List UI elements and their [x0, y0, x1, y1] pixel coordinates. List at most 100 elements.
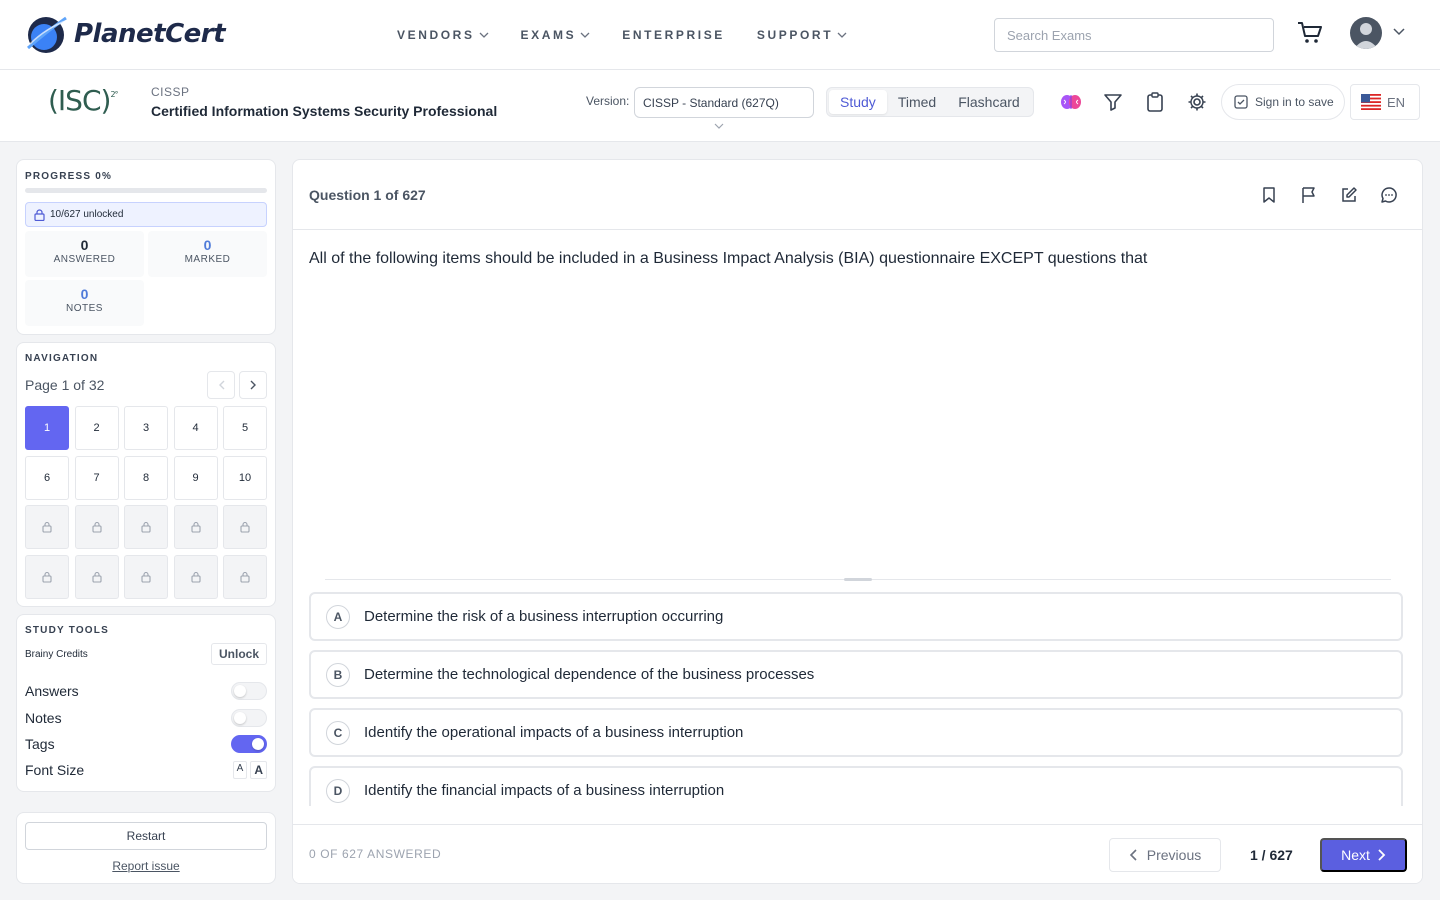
previous-button[interactable]: Previous: [1109, 838, 1221, 872]
clipboard-icon[interactable]: [1146, 92, 1164, 117]
bookmark-icon[interactable]: [1261, 186, 1277, 209]
report-issue-link[interactable]: Report issue: [17, 859, 275, 873]
question-cell[interactable]: 2: [74, 406, 119, 450]
font-size-row: Font Size A A: [25, 761, 267, 779]
lock-icon: [190, 571, 201, 583]
toggle-row-notes: Notes: [25, 709, 267, 727]
option-b[interactable]: B Determine the technological dependence…: [309, 650, 1403, 699]
lock-icon: [42, 521, 52, 533]
question-cell[interactable]: 3: [124, 406, 168, 450]
question-number: Question 1 of 627: [309, 187, 426, 203]
question-cell[interactable]: 10: [223, 455, 267, 500]
actions-card: Restart Report issue: [16, 812, 276, 884]
chevron-down-icon: [479, 32, 489, 38]
question-footer: 0 OF 627 ANSWERED Previous 1 / 627 Next: [293, 824, 1422, 883]
stat-notes-label: NOTES: [66, 303, 103, 314]
question-cell[interactable]: 1: [25, 406, 69, 450]
brain-icon[interactable]: [1060, 92, 1082, 117]
nav-enterprise[interactable]: ENTERPRISE: [622, 28, 725, 42]
font-decrease-button[interactable]: A: [232, 761, 248, 779]
brand-logo[interactable]: PlanetCert: [24, 14, 226, 54]
progress-card: PROGRESS 0% 10/627 unlocked 0 ANSWERED 0…: [16, 159, 276, 335]
stat-answered: 0 ANSWERED: [25, 231, 144, 277]
exam-header: (ISC)2° CISSP Certified Information Syst…: [0, 70, 1440, 142]
question-cell[interactable]: 6: [25, 455, 69, 500]
font-size-label: Font Size: [25, 762, 85, 778]
chevron-right-icon: [250, 380, 256, 390]
filter-icon[interactable]: [1103, 92, 1123, 117]
question-cell[interactable]: 9: [173, 455, 218, 500]
locked-question-cell[interactable]: [74, 505, 119, 549]
question-cell[interactable]: 7: [74, 455, 119, 500]
user-avatar[interactable]: [1350, 17, 1382, 49]
nav-exams[interactable]: EXAMS: [521, 28, 591, 42]
option-a[interactable]: A Determine the risk of a business inter…: [309, 592, 1403, 641]
nav-vendors-label: VENDORS: [397, 28, 475, 42]
locked-question-cell[interactable]: [74, 554, 119, 599]
question-counter: 1 / 627: [1250, 847, 1293, 863]
chevron-down-icon: [837, 32, 847, 38]
toggle-knob: [234, 712, 246, 724]
language-selector[interactable]: EN: [1350, 84, 1420, 120]
tags-toggle[interactable]: [231, 735, 267, 753]
question-cell[interactable]: 5: [223, 406, 267, 450]
planet-logo-icon: [24, 14, 70, 54]
locked-question-cell[interactable]: [173, 505, 218, 549]
sign-in-label: Sign in to save: [1255, 95, 1334, 109]
next-button[interactable]: Next: [1320, 838, 1407, 872]
resize-handle[interactable]: [844, 578, 872, 581]
mode-study[interactable]: Study: [829, 90, 887, 114]
notes-toggle[interactable]: [231, 709, 267, 727]
option-text: Identify the financial impacts of a busi…: [364, 782, 725, 799]
locked-question-cell[interactable]: [25, 505, 69, 549]
locked-question-cell[interactable]: [124, 554, 168, 599]
locked-question-cell[interactable]: [124, 505, 168, 549]
nav-vendors[interactable]: VENDORS: [397, 28, 489, 42]
mode-flashcard[interactable]: Flashcard: [947, 90, 1030, 114]
locked-question-cell[interactable]: [173, 554, 218, 599]
nav-support[interactable]: SUPPORT: [757, 28, 847, 42]
language-code: EN: [1387, 94, 1406, 110]
main-menu: VENDORS EXAMS ENTERPRISE SUPPORT: [397, 28, 879, 42]
mode-timed[interactable]: Timed: [887, 90, 947, 114]
toggle-knob: [252, 738, 264, 750]
prev-page-button[interactable]: [207, 371, 235, 399]
unlock-button[interactable]: Unlock: [210, 643, 267, 665]
edit-note-icon[interactable]: [1340, 186, 1358, 209]
sign-in-to-save-button[interactable]: Sign in to save: [1221, 84, 1345, 120]
page-label: Page 1 of 32: [25, 377, 105, 393]
search-exams-input[interactable]: [994, 18, 1274, 52]
option-letter: C: [326, 720, 350, 745]
locked-question-cell[interactable]: [25, 554, 69, 599]
isc2-logo: (ISC)2°: [48, 84, 119, 117]
option-c[interactable]: C Identify the operational impacts of a …: [309, 708, 1403, 757]
chevron-left-icon: [1129, 849, 1137, 861]
flag-icon[interactable]: [1300, 186, 1318, 209]
restart-button[interactable]: Restart: [25, 822, 267, 850]
font-increase-button[interactable]: A: [250, 761, 267, 779]
question-cell[interactable]: 8: [124, 455, 168, 500]
chevron-down-icon[interactable]: [1393, 28, 1405, 36]
locked-question-cell[interactable]: [223, 505, 267, 549]
stat-marked-label: MARKED: [184, 254, 231, 265]
chevron-down-icon: [714, 123, 724, 129]
version-select[interactable]: CISSP - Standard (627Q): [634, 87, 814, 118]
lock-icon: [91, 571, 102, 583]
comment-icon[interactable]: [1380, 186, 1398, 209]
next-page-button[interactable]: [239, 371, 267, 399]
version-label: Version:: [586, 94, 630, 108]
exam-code: CISSP: [151, 85, 190, 99]
nav-exams-label: EXAMS: [520, 28, 577, 42]
toggle-row-answers: Answers: [25, 682, 267, 700]
isc2-logo-text: (ISC): [48, 84, 111, 117]
isc2-logo-sup: 2°: [110, 90, 118, 99]
lock-icon: [91, 521, 102, 533]
locked-question-cell[interactable]: [223, 554, 267, 599]
cart-icon[interactable]: [1297, 21, 1323, 50]
question-panel: Question 1 of 627 All of the following i…: [292, 159, 1423, 884]
nav-enterprise-label: ENTERPRISE: [622, 28, 725, 42]
option-d[interactable]: D Identify the financial impacts of a bu…: [309, 766, 1403, 806]
question-cell[interactable]: 4: [173, 406, 218, 450]
answers-toggle[interactable]: [231, 682, 267, 700]
gear-icon[interactable]: [1187, 92, 1207, 117]
